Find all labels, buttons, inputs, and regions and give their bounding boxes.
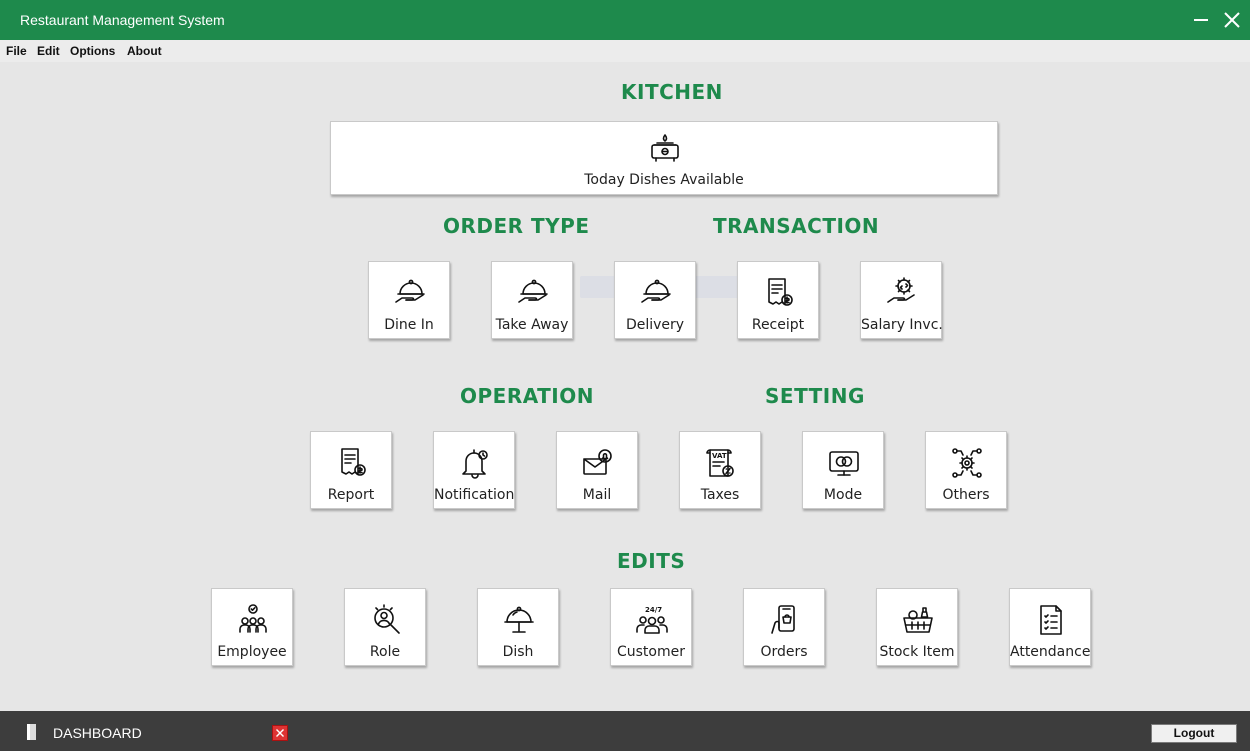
window-title: Restaurant Management System: [20, 12, 225, 28]
stove-icon: [651, 134, 679, 162]
section-kitchen: KITCHEN: [621, 80, 723, 104]
stock-item-label: Stock Item: [879, 644, 955, 660]
dine-in-label: Dine In: [384, 317, 434, 333]
role-button[interactable]: Role: [344, 588, 426, 666]
bottom-bar: DASHBOARD Logout: [0, 711, 1250, 751]
customer-button[interactable]: 24/7 Customer: [610, 588, 692, 666]
dish-label: Dish: [502, 644, 534, 660]
role-label: Role: [369, 644, 401, 660]
section-edits: EDITS: [617, 549, 686, 573]
mode-button[interactable]: Mode: [802, 431, 884, 509]
cloche-hand-icon: [395, 279, 425, 303]
take-away-button[interactable]: Take Away: [491, 261, 573, 339]
monitor-icon: [829, 451, 859, 476]
minimize-icon[interactable]: [1190, 8, 1214, 32]
salary-invoice-button[interactable]: Salary Invc.: [860, 261, 943, 339]
receipt-button[interactable]: Receipt: [737, 261, 819, 339]
menu-edit[interactable]: Edit: [37, 44, 60, 58]
report-label: Report: [327, 487, 375, 503]
gear-network-icon: [952, 448, 982, 478]
receipt-icon: [768, 278, 793, 306]
orders-label: Orders: [760, 644, 808, 660]
close-tab-icon[interactable]: [272, 725, 288, 741]
menu-options[interactable]: Options: [70, 44, 115, 58]
basket-icon: [903, 607, 933, 633]
cloche-icon: [504, 606, 534, 633]
support-text: 24/7: [645, 606, 662, 614]
others-button[interactable]: Others: [925, 431, 1007, 509]
logout-button[interactable]: Logout: [1151, 724, 1237, 743]
menu-file[interactable]: File: [6, 44, 27, 58]
salary-hand-icon: [887, 277, 915, 303]
taxes-button[interactable]: VAT Taxes: [679, 431, 761, 509]
menu-about[interactable]: About: [127, 44, 162, 58]
mode-label: Mode: [823, 487, 863, 503]
delivery-label: Delivery: [625, 317, 685, 333]
section-transaction: TRANSACTION: [713, 214, 880, 238]
orders-button[interactable]: Orders: [743, 588, 825, 666]
vat-text: VAT: [712, 452, 727, 460]
stock-item-button[interactable]: Stock Item: [876, 588, 958, 666]
employee-label: Employee: [217, 644, 287, 660]
phone-order-icon: [771, 605, 795, 634]
cloche-hand-icon: [641, 279, 671, 303]
menu-bar: File Edit Options About: [0, 40, 1250, 62]
cloche-hand-icon: [518, 279, 548, 303]
vat-icon: VAT: [706, 449, 734, 477]
mail-button[interactable]: Mail: [556, 431, 638, 509]
dine-in-button[interactable]: Dine In: [368, 261, 450, 339]
taxes-label: Taxes: [700, 487, 740, 503]
team-icon: [239, 604, 267, 633]
door-icon: [27, 724, 36, 740]
customer-label: Customer: [616, 644, 685, 660]
customer-icon: 24/7: [636, 606, 668, 634]
report-button[interactable]: Report: [310, 431, 392, 509]
salary-invoice-label: Salary Invc.: [861, 317, 943, 333]
take-away-label: Take Away: [495, 317, 569, 333]
notification-button[interactable]: Notification: [433, 431, 515, 509]
mail-icon: [583, 449, 612, 475]
report-icon: [341, 448, 366, 476]
mail-label: Mail: [582, 487, 612, 503]
dashboard-tab[interactable]: DASHBOARD: [53, 725, 142, 741]
others-label: Others: [942, 487, 990, 503]
employee-button[interactable]: Employee: [211, 588, 293, 666]
section-operation: OPERATION: [460, 384, 594, 408]
delivery-button[interactable]: Delivery: [614, 261, 696, 339]
title-bar: Restaurant Management System: [0, 0, 1250, 40]
checklist-icon: [1040, 605, 1062, 635]
section-setting: SETTING: [765, 384, 865, 408]
receipt-label: Receipt: [751, 317, 805, 333]
attendance-label: Attendance: [1010, 644, 1091, 660]
role-search-icon: [374, 604, 400, 634]
notification-label: Notification: [434, 487, 515, 503]
section-order-type: ORDER TYPE: [443, 214, 590, 238]
today-dishes-label: Today Dishes Available: [584, 172, 744, 188]
close-icon[interactable]: [1220, 8, 1244, 32]
today-dishes-button[interactable]: Today Dishes Available: [330, 121, 998, 195]
bell-icon: [462, 449, 488, 479]
attendance-button[interactable]: Attendance: [1009, 588, 1091, 666]
dish-button[interactable]: Dish: [477, 588, 559, 666]
